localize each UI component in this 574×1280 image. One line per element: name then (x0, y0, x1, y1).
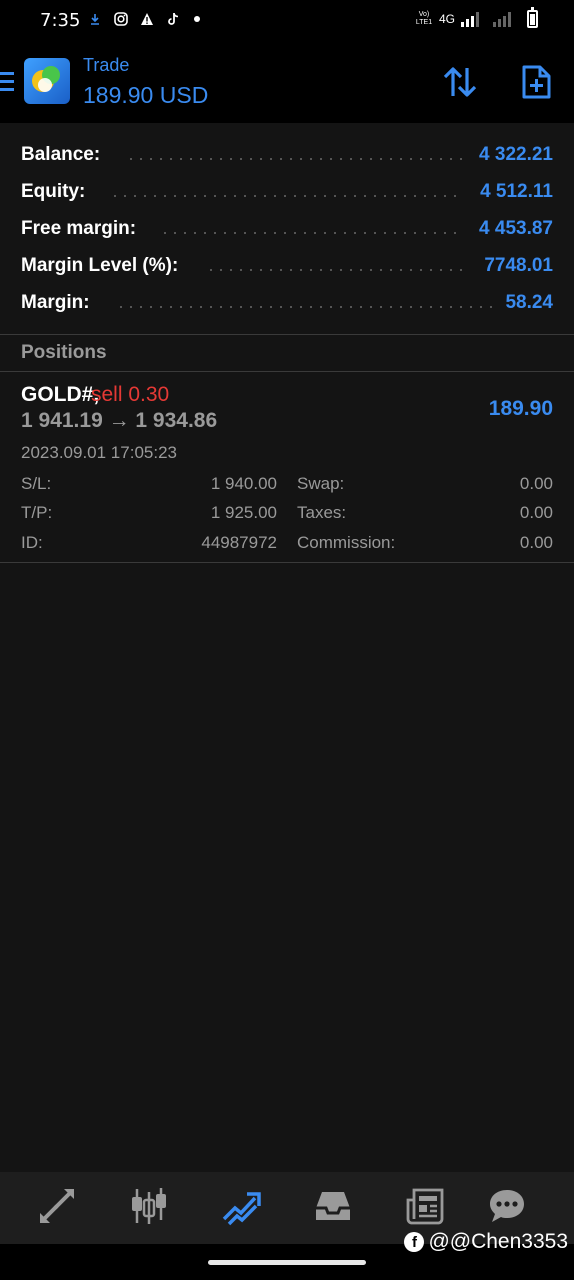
sort-icon[interactable] (442, 64, 478, 100)
dotted-leader (206, 269, 462, 271)
swap-label: Swap: (297, 474, 345, 493)
dotted-leader (116, 306, 492, 308)
margin-level-value: 7748.01 (484, 255, 553, 276)
balance-value: 4 322.21 (479, 144, 553, 165)
notification-icons (88, 12, 200, 26)
app-logo (24, 58, 70, 104)
equity-value: 4 512.11 (480, 181, 553, 202)
watermark: f @@Chen3353 (404, 1230, 568, 1254)
balance-row: Balance: 4 322.21 (0, 135, 574, 172)
position-item[interactable]: GOLD#, sell 0.30 1 941.19 → 1 934.86 189… (0, 373, 574, 562)
account-summary: Balance: 4 322.21 Equity: 4 512.11 Free … (0, 123, 574, 320)
sl-value: 1 940.00 (210, 474, 277, 493)
volte-indicator: Vo) LTE1 (415, 11, 433, 26)
tp-label: T/P: (21, 503, 53, 522)
position-side-volume: sell 0.30 (91, 383, 170, 406)
margin-level-label: Margin Level (%): (21, 255, 179, 276)
tp-value: 1 925.00 (210, 503, 277, 522)
divider (0, 371, 574, 372)
commission-label: Commission: (297, 533, 396, 552)
balance-label: Balance: (21, 144, 101, 165)
position-profit: 189.90 (488, 397, 553, 420)
position-open-time: 2023.09.01 17:05:23 (21, 443, 177, 462)
margin-row: Margin: 58.24 (0, 283, 574, 320)
system-indicators: Vo) LTE1 4G (415, 7, 538, 28)
facebook-icon: f (404, 1232, 425, 1252)
home-indicator[interactable] (208, 1260, 366, 1265)
dotted-leader (160, 232, 462, 234)
status-bar: 7:35 Vo) LTE1 4G (0, 0, 574, 42)
network-type: 4G (438, 12, 455, 26)
position-symbol: GOLD#, (21, 383, 100, 406)
signal-2-icon (493, 11, 511, 27)
more-notifications-dot (194, 16, 200, 22)
equity-label: Equity: (21, 181, 86, 202)
status-time: 7:35 (40, 10, 81, 31)
free-margin-row: Free margin: 4 453.87 (0, 209, 574, 246)
signal-icon (461, 11, 479, 27)
instagram-icon (114, 12, 128, 26)
free-margin-value: 4 453.87 (479, 218, 553, 239)
margin-value: 58.24 (505, 292, 553, 313)
news-icon[interactable] (405, 1186, 445, 1226)
margin-level-row: Margin Level (%): 7748.01 (0, 246, 574, 283)
trade-icon[interactable] (221, 1186, 261, 1226)
app-header: Trade 189.90 USD (0, 42, 574, 123)
equity-row: Equity: 4 512.11 (0, 172, 574, 209)
quotes-icon[interactable] (37, 1186, 77, 1226)
id-label: ID: (21, 533, 43, 552)
warning-icon (141, 13, 153, 25)
dotted-leader (110, 195, 462, 197)
tiktok-icon (168, 13, 179, 25)
position-prices: 1 941.19 → 1 934.86 (21, 409, 218, 432)
taxes-value: 0.00 (519, 503, 553, 522)
free-margin-label: Free margin: (21, 218, 137, 239)
download-icon (91, 14, 99, 25)
battery-icon (527, 7, 538, 28)
total-profit: 189.90 USD (83, 82, 209, 108)
divider (0, 334, 574, 335)
messages-icon[interactable] (487, 1186, 527, 1226)
watermark-text: @@Chen3353 (428, 1230, 568, 1253)
commission-value: 0.00 (519, 533, 553, 552)
sl-label: S/L: (21, 474, 52, 493)
dotted-leader (126, 158, 462, 160)
divider (0, 562, 574, 563)
swap-value: 0.00 (519, 474, 553, 493)
new-order-icon[interactable] (518, 64, 554, 100)
history-icon[interactable] (313, 1186, 353, 1226)
id-value: 44987972 (201, 533, 277, 552)
chart-icon[interactable] (129, 1186, 169, 1226)
menu-icon[interactable] (0, 72, 14, 92)
margin-label: Margin: (21, 292, 90, 313)
page-title: Trade (83, 55, 130, 75)
positions-header: Positions (21, 342, 107, 363)
taxes-label: Taxes: (297, 503, 347, 522)
